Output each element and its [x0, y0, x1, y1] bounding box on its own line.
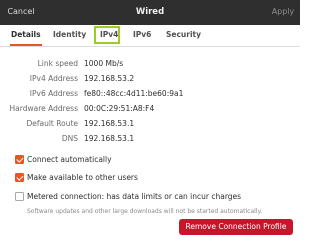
detail-row-dns: DNS 192.168.53.1 — [0, 134, 300, 144]
metered-connection-label: Metered connection: has data limits or c… — [27, 192, 242, 201]
apply-button[interactable]: Apply — [270, 4, 296, 20]
detail-row-ipv6-address: IPv6 Address fe80::48cc:4d11:be60:9a1 — [0, 89, 300, 99]
detail-row-default-route: Default Route 192.168.53.1 — [0, 119, 300, 129]
available-to-other-users-checkbox[interactable] — [15, 173, 24, 182]
tab-ipv6[interactable]: IPv6 — [133, 30, 151, 40]
detail-label: Link speed — [37, 59, 78, 68]
detail-label: Default Route — [26, 119, 78, 128]
tab-details[interactable]: Details — [10, 30, 42, 46]
metered-connection-checkbox[interactable] — [15, 192, 24, 201]
remove-connection-profile-button[interactable]: Remove Connection Profile — [179, 219, 293, 235]
detail-label: Hardware Address — [9, 104, 78, 113]
connect-automatically-checkbox[interactable] — [15, 155, 24, 164]
network-settings-dialog: Cancel Wired Apply Details Identity IPv4… — [0, 0, 300, 246]
detail-row-ipv4-address: IPv4 Address 192.168.53.2 — [0, 74, 300, 84]
detail-label: DNS — [61, 134, 78, 143]
detail-value: 192.168.53.1 — [84, 134, 135, 143]
connect-automatically-label: Connect automatically — [27, 155, 112, 164]
tab-security[interactable]: Security — [166, 30, 201, 40]
ipv4-tab-highlight-box — [94, 26, 120, 44]
detail-value: 192.168.53.1 — [84, 119, 135, 128]
detail-label: IPv6 Address — [29, 89, 78, 98]
metered-connection-note: Software updates and other large downloa… — [27, 208, 263, 215]
header-bar: Cancel Wired Apply — [0, 0, 300, 25]
tab-identity[interactable]: Identity — [53, 30, 86, 40]
detail-value: 00:0C:29:51:A8:F4 — [84, 104, 155, 113]
detail-row-link-speed: Link speed 1000 Mb/s — [0, 59, 300, 69]
detail-row-hardware-address: Hardware Address 00:0C:29:51:A8:F4 — [0, 104, 300, 114]
detail-value: 1000 Mb/s — [84, 59, 124, 68]
detail-value: fe80::48cc:4d11:be60:9a1 — [84, 89, 184, 98]
detail-value: 192.168.53.2 — [84, 74, 135, 83]
detail-label: IPv4 Address — [29, 74, 78, 83]
available-to-other-users-label: Make available to other users — [27, 173, 138, 182]
dialog-title: Wired — [135, 7, 165, 17]
tab-bar: Details Identity IPv4 IPv6 Security — [0, 25, 300, 47]
